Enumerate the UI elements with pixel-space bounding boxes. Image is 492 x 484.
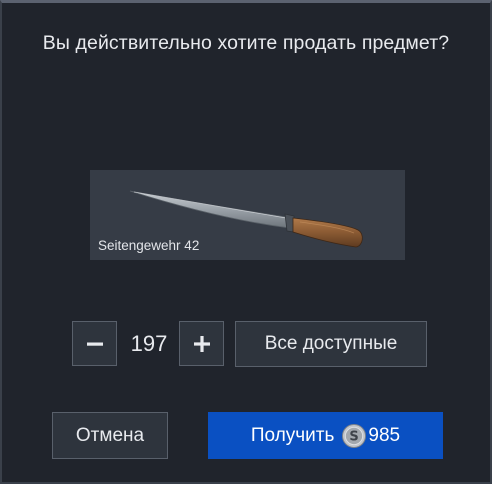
svg-text:S: S: [350, 429, 359, 444]
sell-confirm-dialog: Вы действительно хотите продать предмет?: [0, 0, 492, 484]
item-name: Seitengewehr 42: [98, 238, 200, 253]
all-available-button[interactable]: Все доступные: [235, 321, 427, 367]
sell-amount: 985: [368, 424, 401, 446]
plus-icon: [193, 335, 210, 352]
item-card: Seitengewehr 42: [90, 170, 405, 260]
cancel-button[interactable]: Отмена: [52, 412, 168, 459]
sell-button-label: Получить: [250, 424, 335, 446]
silver-coin-icon: S: [342, 423, 367, 448]
quantity-value[interactable]: 197: [119, 321, 179, 366]
dialog-title: Вы действительно хотите продать предмет?: [42, 32, 450, 54]
minus-icon: [86, 342, 103, 346]
increase-quantity-button[interactable]: [179, 321, 224, 366]
sell-button[interactable]: Получить S 985: [208, 412, 443, 459]
decrease-quantity-button[interactable]: [72, 321, 117, 366]
